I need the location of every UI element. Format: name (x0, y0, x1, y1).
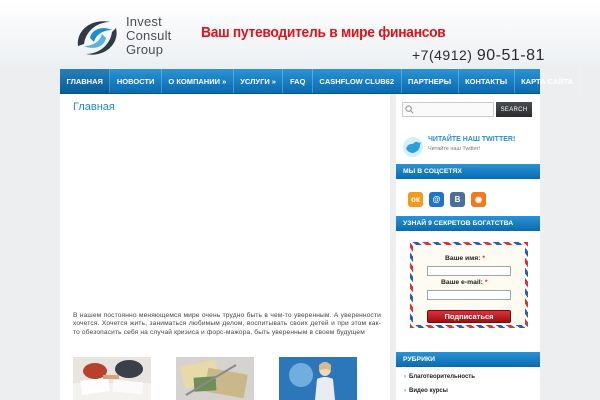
main-nav: Главная Новости О компании » Услуги » FA… (60, 69, 581, 94)
subscribe-form: Ваше имя: * Ваше e-mail: * Подписаться (410, 242, 528, 328)
phone-number: +7(4912) 90-51-81 (412, 47, 545, 65)
logo-line: Invest (126, 14, 162, 29)
logo-line: Group (126, 42, 164, 57)
mail-ru-icon[interactable]: @ (429, 192, 444, 207)
subscribe-button[interactable]: Подписаться (427, 310, 511, 323)
nav-item-cashflow[interactable]: Cashflow Club62 (313, 69, 402, 93)
logo-text[interactable]: Invest Consult Group (126, 15, 171, 57)
twitter-title: ЧИТАЙТЕ НАШ TWITTER! (428, 136, 516, 143)
page-title: Главная (73, 101, 115, 113)
nav-item-sitemap[interactable]: Карта сайта (515, 69, 581, 93)
main-content: Главная В нашем постоянно меняющемся мир… (60, 94, 390, 400)
twitter-subtitle: Читайте наш Twitter! (428, 146, 481, 152)
email-label: Ваше e-mail: * (441, 279, 488, 286)
phone-digits: 90-51-81 (476, 47, 545, 64)
site-tagline: Ваш путеводитель в мире финансов (201, 24, 446, 41)
rubrics-widget-heading: Рубрики (396, 352, 540, 367)
nav-item-home[interactable]: Главная (60, 69, 111, 93)
search-input[interactable] (402, 102, 494, 117)
social-icons: ок @ В ◉ (408, 192, 486, 208)
odnoklassniki-icon[interactable]: ок (408, 192, 423, 207)
email-field[interactable] (427, 290, 511, 300)
search-icon (405, 105, 414, 114)
nav-item-partners[interactable]: Партнеры (402, 69, 459, 93)
rubric-item[interactable]: Благотворительность (404, 374, 475, 380)
name-field[interactable] (427, 266, 511, 276)
logo-swirl-icon[interactable] (72, 14, 122, 60)
nav-item-about[interactable]: О компании » (162, 69, 234, 93)
thumbnail-strip (73, 357, 383, 400)
search-button[interactable]: SEARCH (496, 102, 532, 117)
nav-item-news[interactable]: Новости (110, 69, 162, 93)
sidebar: SEARCH ЧИТАЙТЕ НАШ TWITTER! Читайте наш … (396, 94, 540, 400)
secrets-widget-heading: Узнай 9 секретов богатства (396, 216, 540, 231)
social-widget-heading: Мы в соцсетях (396, 164, 540, 179)
nav-item-services[interactable]: Услуги » (234, 69, 284, 93)
rubric-item[interactable]: Видео курсы (404, 388, 448, 394)
thumbnail-image[interactable] (176, 357, 254, 400)
intro-text: В нашем постоянно меняющемся мире очень … (73, 312, 381, 336)
nav-item-faq[interactable]: FAQ (283, 69, 313, 93)
site-header: Invest Consult Group Ваш путеводитель в … (0, 0, 600, 68)
rss-icon[interactable]: ◉ (471, 192, 486, 207)
vkontakte-icon[interactable]: В (450, 192, 465, 207)
thumbnail-image[interactable] (73, 357, 151, 400)
thumbnail-image[interactable] (279, 357, 357, 400)
twitter-bird-icon (403, 137, 423, 157)
phone-prefix: +7(4912) (412, 47, 473, 63)
nav-item-contacts[interactable]: Контакты (459, 69, 515, 93)
logo-line: Consult (126, 28, 172, 43)
twitter-widget[interactable]: ЧИТАЙТЕ НАШ TWITTER! Читайте наш Twitter… (402, 136, 534, 158)
name-label: Ваше имя: * (445, 255, 486, 262)
